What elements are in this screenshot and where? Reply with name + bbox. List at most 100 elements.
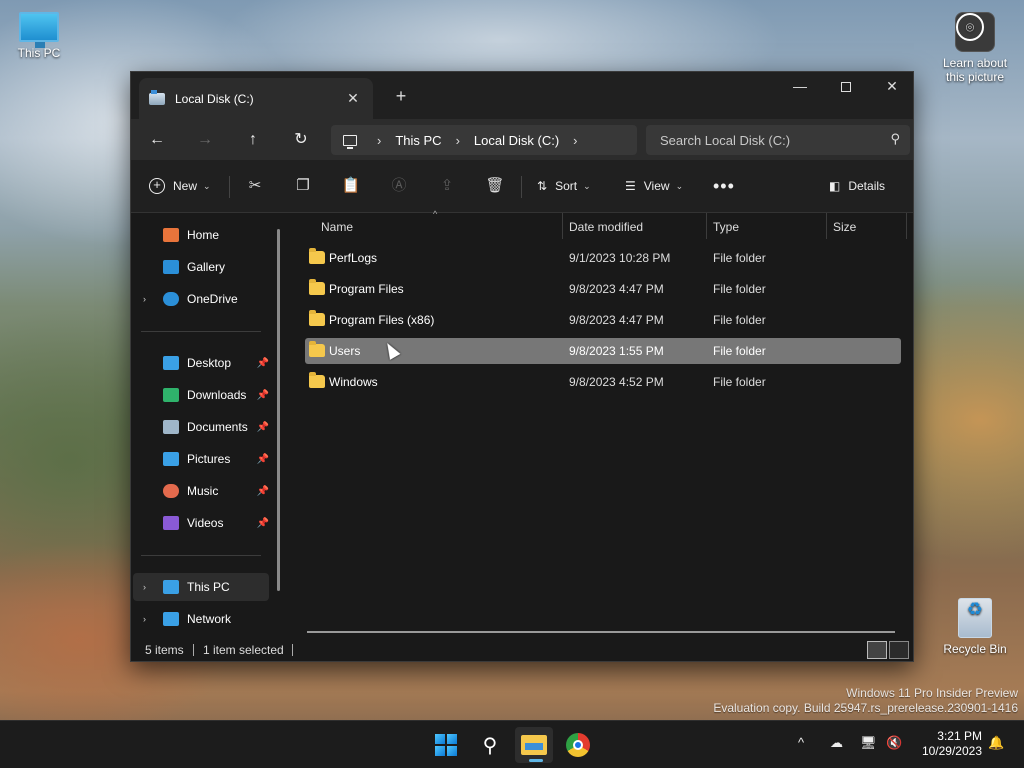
chevron-right-icon[interactable]: › <box>143 582 146 592</box>
new-button[interactable]: + New ⌄ <box>149 172 211 200</box>
pin-icon: 📌 <box>256 421 269 433</box>
file-name: Windows <box>329 375 378 389</box>
taskbar-clock[interactable]: 3:21 PM 10/29/2023 <box>914 729 982 759</box>
onedrive-icon[interactable]: ☁ <box>830 735 843 751</box>
title-bar[interactable]: Local Disk (C:) ✕ + — ✕ <box>131 72 913 119</box>
file-date: 9/8/2023 4:47 PM <box>569 313 664 327</box>
file-date: 9/1/2023 10:28 PM <box>569 251 671 265</box>
column-divider[interactable] <box>826 213 827 239</box>
details-button[interactable]: ◧ Details <box>829 172 885 200</box>
sidebar-item-this-pc[interactable]: › This PC <box>133 573 269 601</box>
taskbar-search-button[interactable]: ⚲ <box>471 727 509 763</box>
refresh-button[interactable]: ↻ <box>285 125 317 155</box>
tab-close-button[interactable]: ✕ <box>343 88 363 108</box>
share-icon[interactable]: ⇪ <box>433 172 461 200</box>
breadcrumb[interactable]: › This PC › Local Disk (C:) › <box>331 125 637 155</box>
desktop-learn-label: Learn about this picture <box>942 56 1008 84</box>
more-options-button[interactable]: ••• <box>713 172 735 200</box>
details-view-toggle[interactable] <box>867 641 887 659</box>
sidebar-item-label: Downloads <box>187 388 247 402</box>
sidebar-item-music[interactable]: Music 📌 <box>133 477 269 505</box>
search-input[interactable]: Search Local Disk (C:) ⚲ <box>646 125 910 155</box>
chevron-down-icon: ⌄ <box>583 180 591 191</box>
tab-title: Local Disk (C:) <box>175 91 254 106</box>
camera-icon: ⌾ <box>955 12 995 52</box>
copy-icon[interactable]: ❐ <box>289 172 317 200</box>
music-icon <box>163 484 179 498</box>
status-divider <box>193 644 194 656</box>
horizontal-scrollbar[interactable] <box>307 631 895 633</box>
table-row[interactable]: PerfLogs 9/1/2023 10:28 PM File folder <box>305 245 901 271</box>
desktop-this-pc-icon[interactable]: This PC <box>4 12 74 60</box>
back-button[interactable]: ← <box>141 125 173 155</box>
cut-icon[interactable]: ✂ <box>241 172 269 200</box>
delete-icon[interactable]: 🗑 <box>481 172 509 200</box>
sidebar-item-network[interactable]: › Network <box>133 605 269 633</box>
sidebar-item-label: Gallery <box>187 260 226 274</box>
chevron-right-icon[interactable]: › <box>143 294 146 304</box>
file-date: 9/8/2023 4:47 PM <box>569 282 664 296</box>
view-button[interactable]: ☰ View ⌄ <box>625 172 683 200</box>
close-button[interactable]: ✕ <box>869 72 915 102</box>
forward-button[interactable]: → <box>189 125 221 155</box>
large-icons-view-toggle[interactable] <box>889 641 909 659</box>
column-divider[interactable] <box>906 213 907 239</box>
sort-button[interactable]: ⇅ Sort ⌄ <box>537 172 591 200</box>
maximize-button[interactable] <box>823 72 869 102</box>
search-placeholder: Search Local Disk (C:) <box>660 132 791 148</box>
sidebar-item-gallery[interactable]: Gallery <box>133 253 269 281</box>
tray-overflow-chevron-icon[interactable]: ^ <box>798 735 804 750</box>
new-tab-button[interactable]: + <box>389 84 413 108</box>
chevron-right-icon[interactable]: › <box>143 614 146 624</box>
item-count: 5 items <box>145 643 184 657</box>
folder-icon <box>309 372 325 388</box>
sidebar-item-documents[interactable]: Documents 📌 <box>133 413 269 441</box>
table-row[interactable]: Windows 9/8/2023 4:52 PM File folder <box>305 369 901 395</box>
sidebar-item-home[interactable]: Home <box>133 221 269 249</box>
sidebar-item-label: This PC <box>187 580 230 594</box>
sort-ascending-icon: ^ <box>433 209 438 219</box>
breadcrumb-local-disk[interactable]: Local Disk (C:) <box>474 133 559 148</box>
breadcrumb-this-pc[interactable]: This PC <box>395 133 441 148</box>
column-header-date[interactable]: Date modified <box>569 213 643 241</box>
watermark-line2: Evaluation copy. Build 25947.rs_prerelea… <box>713 701 1018 715</box>
taskbar-file-explorer[interactable] <box>515 727 553 763</box>
breadcrumb-separator[interactable]: › <box>456 133 460 148</box>
rename-icon[interactable]: Ⓐ <box>385 172 413 200</box>
sidebar-item-downloads[interactable]: Downloads 📌 <box>133 381 269 409</box>
sidebar-item-pictures[interactable]: Pictures 📌 <box>133 445 269 473</box>
status-bar: 5 items 1 item selected <box>131 639 913 661</box>
sidebar-divider <box>141 331 261 332</box>
column-divider[interactable] <box>706 213 707 239</box>
sidebar-item-label: Pictures <box>187 452 231 466</box>
taskbar-chrome[interactable] <box>559 727 597 763</box>
desktop-recycle-bin-icon[interactable]: ♻ Recycle Bin <box>940 598 1010 656</box>
paste-icon[interactable]: 📋 <box>337 172 365 200</box>
sidebar-item-desktop[interactable]: Desktop 📌 <box>133 349 269 377</box>
sidebar-item-label: Home <box>187 228 220 242</box>
table-row[interactable]: Program Files (x86) 9/8/2023 4:47 PM Fil… <box>305 307 901 333</box>
column-header-name[interactable]: Name <box>321 213 353 241</box>
sidebar-item-videos[interactable]: Videos 📌 <box>133 509 269 537</box>
breadcrumb-separator[interactable]: › <box>573 133 577 148</box>
sidebar-item-onedrive[interactable]: › OneDrive <box>133 285 269 313</box>
folder-icon <box>309 310 325 326</box>
download-icon <box>163 388 179 402</box>
notification-bell-icon[interactable]: 🔔 <box>988 735 1004 751</box>
up-button[interactable]: ↑ <box>237 125 269 155</box>
tab-local-disk[interactable]: Local Disk (C:) ✕ <box>139 78 373 119</box>
file-date: 9/8/2023 4:52 PM <box>569 375 664 389</box>
table-row[interactable]: Program Files 9/8/2023 4:47 PM File fold… <box>305 276 901 302</box>
new-label: New <box>173 179 198 193</box>
column-header-type[interactable]: Type <box>713 213 739 241</box>
network-status-icon[interactable]: 🖥 <box>860 735 877 751</box>
minimize-button[interactable]: — <box>777 72 823 102</box>
search-icon: ⚲ <box>482 734 498 757</box>
column-divider[interactable] <box>562 213 563 239</box>
column-header-size[interactable]: Size <box>833 213 856 241</box>
breadcrumb-separator[interactable]: › <box>377 133 381 148</box>
start-button[interactable] <box>427 727 465 763</box>
desktop-learn-icon[interactable]: ⌾ Learn about this picture <box>940 12 1010 84</box>
volume-muted-icon[interactable]: 🔇 <box>886 735 902 751</box>
sidebar-scrollbar[interactable] <box>277 229 280 591</box>
